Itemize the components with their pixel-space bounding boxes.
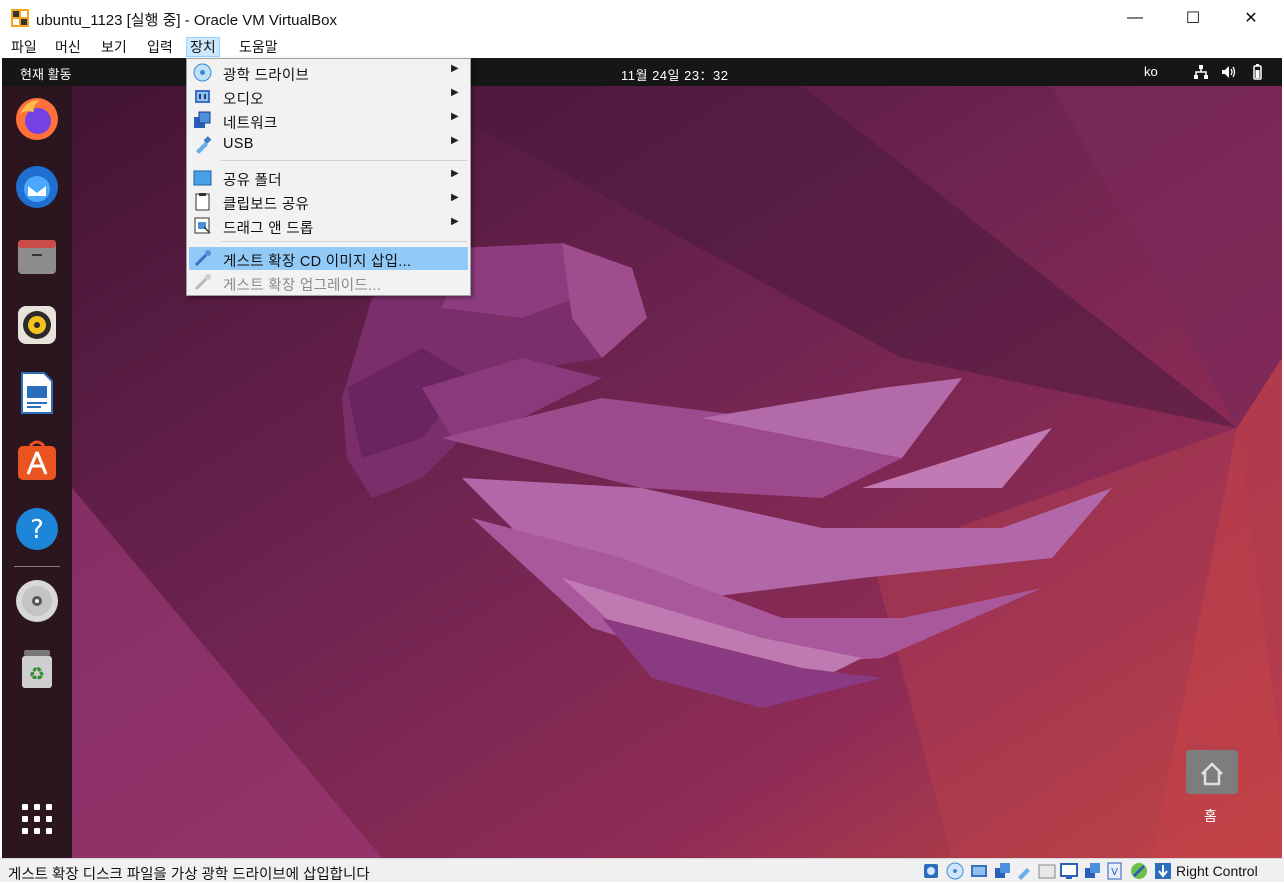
menu-item-upgrade-guest-additions[interactable]: 게스트 확장 업그레이드... (189, 271, 468, 294)
network-status-icon[interactable] (994, 862, 1012, 880)
submenu-arrow-icon: ▶ (451, 192, 459, 203)
home-folder-icon[interactable] (1182, 738, 1242, 798)
menubar: 파일 머신 보기 입력 장치 도움말 (0, 36, 1284, 58)
menu-item-insert-guest-additions[interactable]: 게스트 확장 CD 이미지 삽입... (189, 247, 468, 270)
menu-input[interactable]: 입력 (144, 37, 176, 57)
status-message: 게스트 확장 디스크 파일을 가상 광학 드라이브에 삽입합니다 (8, 867, 370, 883)
menu-item-usb[interactable]: USB ▶ (189, 133, 468, 156)
menu-help[interactable]: 도움말 (236, 37, 281, 57)
shared-folder-icon (193, 170, 212, 186)
video-capture-status-icon[interactable] (1084, 862, 1102, 880)
submenu-arrow-icon: ▶ (451, 63, 459, 74)
clock[interactable]: 11월 24일 23：32 (621, 65, 729, 84)
submenu-arrow-icon: ▶ (451, 111, 459, 122)
app-center-icon[interactable] (12, 436, 62, 486)
menu-view[interactable]: 보기 (98, 37, 130, 57)
help-icon[interactable]: ? (12, 504, 62, 554)
files-icon[interactable] (12, 232, 62, 282)
input-language[interactable]: ko (1144, 64, 1158, 79)
volume-icon[interactable] (1220, 63, 1238, 81)
drag-drop-icon (194, 217, 211, 234)
firefox-icon[interactable] (12, 94, 62, 144)
guest-additions-upgrade-icon (194, 274, 211, 291)
svg-text:♻: ♻ (29, 664, 45, 685)
window-title: ubuntu_1123 [실행 중] - Oracle VM VirtualBo… (36, 12, 337, 29)
menu-item-drag-drop[interactable]: 드래그 앤 드롭 ▶ (189, 214, 468, 237)
menu-file[interactable]: 파일 (8, 37, 40, 57)
menu-item-optical-drive[interactable]: 광학 드라이브 ▶ (189, 61, 468, 84)
optical-drive-status-icon[interactable] (946, 862, 964, 880)
dvd-icon[interactable] (12, 576, 62, 626)
statusbar: 게스트 확장 디스크 파일을 가상 광학 드라이브에 삽입합니다 V Right… (0, 858, 1284, 883)
devices-menu: 광학 드라이브 ▶ 오디오 ▶ 네트워크 ▶ USB ▶ 공유 폴더 ▶ 클립보… (186, 58, 471, 296)
guest-additions-icon (194, 250, 211, 267)
network-wired-icon[interactable] (1192, 63, 1210, 81)
ubuntu-dock: ? ♻ (2, 86, 72, 858)
thunderbird-icon[interactable] (12, 162, 62, 212)
optical-drive-icon (193, 63, 212, 82)
svg-text:?: ? (30, 515, 44, 545)
submenu-arrow-icon: ▶ (451, 135, 459, 146)
libreoffice-writer-icon[interactable] (12, 368, 62, 418)
power-menu-icon[interactable] (1248, 63, 1266, 81)
hard-disk-status-icon[interactable] (922, 862, 940, 880)
svg-text:V: V (1111, 867, 1118, 878)
submenu-arrow-icon: ▶ (451, 216, 459, 227)
clipboard-icon (195, 193, 210, 211)
menu-item-clipboard[interactable]: 클립보드 공유 ▶ (189, 190, 468, 213)
usb-icon (196, 136, 212, 154)
activities-button[interactable]: 현재 활동 (20, 64, 71, 83)
submenu-arrow-icon: ▶ (451, 87, 459, 98)
vt-x-status-icon[interactable]: V (1106, 862, 1124, 880)
shared-folder-status-icon[interactable] (1038, 862, 1056, 880)
close-icon: ✕ (1244, 10, 1258, 27)
virtualbox-app-icon (11, 9, 29, 27)
maximize-icon: ☐ (1185, 10, 1201, 27)
menu-separator (221, 241, 467, 242)
show-apps-icon[interactable] (12, 794, 62, 844)
close-button[interactable]: ✕ (1222, 0, 1280, 36)
host-key-arrow-icon[interactable] (1154, 862, 1172, 880)
rhythmbox-icon[interactable] (12, 300, 62, 350)
network-icon (194, 111, 211, 128)
menu-devices[interactable]: 장치 (186, 37, 220, 57)
maximize-button[interactable]: ☐ (1164, 0, 1222, 36)
usb-status-icon[interactable] (1016, 862, 1034, 880)
audio-status-icon[interactable] (970, 862, 988, 880)
menu-item-shared-folders[interactable]: 공유 폴더 ▶ (189, 166, 468, 189)
host-key-label: Right Control (1176, 863, 1258, 879)
display-status-icon[interactable] (1060, 862, 1078, 880)
home-folder-label: 홈 (1204, 808, 1217, 824)
menu-separator (221, 160, 467, 161)
mouse-integration-status-icon[interactable] (1130, 862, 1148, 880)
audio-icon (195, 90, 210, 103)
trash-icon[interactable]: ♻ (12, 644, 62, 694)
window-titlebar: ubuntu_1123 [실행 중] - Oracle VM VirtualBo… (0, 0, 1284, 36)
menu-item-audio[interactable]: 오디오 ▶ (189, 85, 468, 108)
menu-machine[interactable]: 머신 (52, 37, 84, 57)
submenu-arrow-icon: ▶ (451, 168, 459, 179)
dock-separator (14, 566, 60, 567)
minimize-icon: — (1127, 9, 1143, 26)
menu-item-network[interactable]: 네트워크 ▶ (189, 109, 468, 132)
minimize-button[interactable]: — (1106, 0, 1164, 36)
